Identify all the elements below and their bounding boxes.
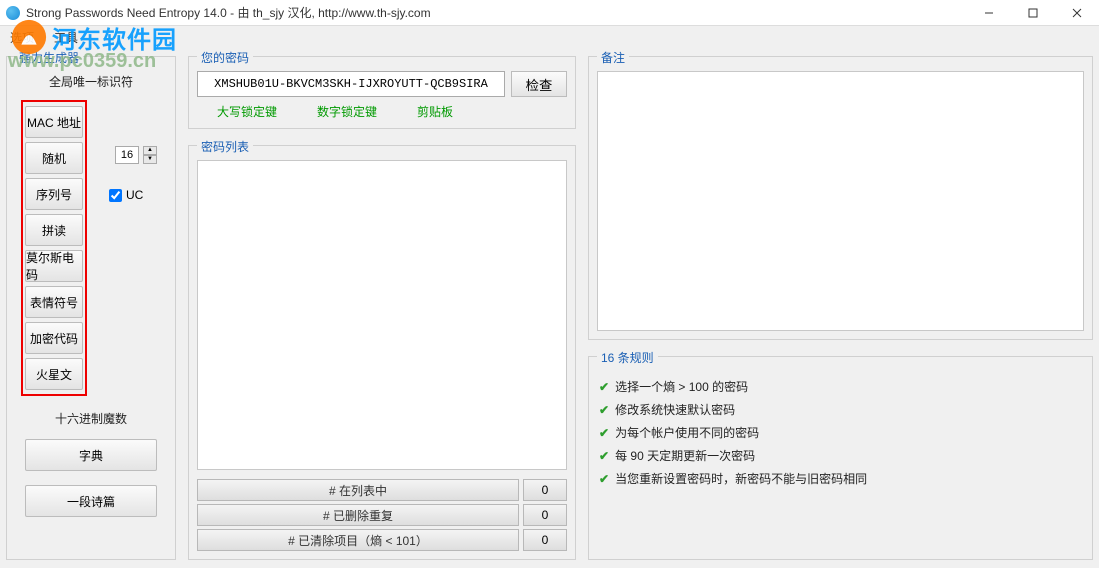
rules-legend: 16 条规则 bbox=[597, 349, 658, 366]
poem-button[interactable]: 一段诗篇 bbox=[25, 485, 157, 517]
stat-cleared-label: # 已清除项目（熵 < 101） bbox=[197, 529, 519, 551]
uc-label: UC bbox=[126, 188, 143, 202]
middle-column: 您的密码 检查 大写锁定键 数字锁定键 剪贴板 密码列表 # 在列表中 0 # … bbox=[182, 48, 582, 568]
password-input[interactable] bbox=[197, 71, 505, 97]
window-controls bbox=[967, 0, 1099, 26]
spinner-down-icon[interactable]: ▼ bbox=[143, 155, 157, 164]
emoji-button[interactable]: 表情符号 bbox=[25, 286, 83, 318]
rule-item: ✔修改系统快速默认密码 bbox=[599, 398, 1082, 421]
random-button[interactable]: 随机 bbox=[25, 142, 83, 174]
check-icon: ✔ bbox=[599, 403, 609, 417]
notes-group: 备注 bbox=[588, 56, 1093, 340]
left-column: 强力生成器 全局唯一标识符 MAC 地址 随机 序列号 拼读 莫尔斯电码 表情符… bbox=[0, 48, 182, 568]
spinner-buttons[interactable]: ▲ ▼ bbox=[143, 146, 157, 164]
hex-label: 十六进制魔数 bbox=[15, 410, 167, 427]
spinner-up-icon[interactable]: ▲ bbox=[143, 146, 157, 155]
check-icon: ✔ bbox=[599, 426, 609, 440]
stat-dedup-label: # 已删除重复 bbox=[197, 504, 519, 526]
uc-checkbox-input[interactable] bbox=[109, 189, 122, 202]
right-column: 备注 16 条规则 ✔选择一个熵 > 100 的密码 ✔修改系统快速默认密码 ✔… bbox=[582, 48, 1099, 568]
window-title: Strong Passwords Need Entropy 14.0 - 由 t… bbox=[26, 4, 431, 21]
rules-list: ✔选择一个熵 > 100 的密码 ✔修改系统快速默认密码 ✔为每个帐户使用不同的… bbox=[597, 371, 1084, 494]
password-list-group: 密码列表 # 在列表中 0 # 已删除重复 0 # 已清除项目（熵 < 101）… bbox=[188, 145, 576, 560]
stat-dedup-count: 0 bbox=[523, 504, 567, 526]
numlock-status: 数字锁定键 bbox=[317, 103, 377, 120]
titlebar: Strong Passwords Need Entropy 14.0 - 由 t… bbox=[0, 0, 1099, 26]
crypto-button[interactable]: 加密代码 bbox=[25, 322, 83, 354]
generator-button-stack: MAC 地址 随机 序列号 拼读 莫尔斯电码 表情符号 加密代码 火星文 bbox=[21, 100, 87, 396]
gud-label: 全局唯一标识符 bbox=[15, 73, 167, 90]
check-button[interactable]: 检查 bbox=[511, 71, 567, 97]
length-value[interactable]: 16 bbox=[115, 146, 139, 164]
maximize-button[interactable] bbox=[1011, 0, 1055, 26]
check-icon: ✔ bbox=[599, 380, 609, 394]
martian-button[interactable]: 火星文 bbox=[25, 358, 83, 390]
menu-options[interactable]: 选项 bbox=[6, 27, 38, 48]
length-spinner[interactable]: 16 ▲ ▼ bbox=[115, 146, 157, 164]
rules-group: 16 条规则 ✔选择一个熵 > 100 的密码 ✔修改系统快速默认密码 ✔为每个… bbox=[588, 356, 1093, 560]
uc-checkbox[interactable]: UC bbox=[109, 188, 163, 202]
rule-item: ✔为每个帐户使用不同的密码 bbox=[599, 421, 1082, 444]
check-icon: ✔ bbox=[599, 449, 609, 463]
check-icon: ✔ bbox=[599, 472, 609, 486]
rule-item: ✔当您重新设置密码时，新密码不能与旧密码相同 bbox=[599, 467, 1082, 490]
app-icon bbox=[6, 6, 20, 20]
close-button[interactable] bbox=[1055, 0, 1099, 26]
content: 强力生成器 全局唯一标识符 MAC 地址 随机 序列号 拼读 莫尔斯电码 表情符… bbox=[0, 48, 1099, 568]
dictionary-button[interactable]: 字典 bbox=[25, 439, 157, 471]
password-list-legend: 密码列表 bbox=[197, 138, 253, 155]
morse-button[interactable]: 莫尔斯电码 bbox=[25, 250, 83, 282]
stat-inlist-count: 0 bbox=[523, 479, 567, 501]
stat-cleared-count: 0 bbox=[523, 529, 567, 551]
lock-status-row: 大写锁定键 数字锁定键 剪贴板 bbox=[197, 103, 567, 120]
rule-item: ✔每 90 天定期更新一次密码 bbox=[599, 444, 1082, 467]
generator-legend: 强力生成器 bbox=[15, 49, 83, 66]
serial-button[interactable]: 序列号 bbox=[25, 178, 83, 210]
notes-legend: 备注 bbox=[597, 49, 629, 66]
password-group: 您的密码 检查 大写锁定键 数字锁定键 剪贴板 bbox=[188, 56, 576, 129]
menubar: 选项 工具 bbox=[0, 26, 1099, 48]
capslock-status: 大写锁定键 bbox=[217, 103, 277, 120]
spell-button[interactable]: 拼读 bbox=[25, 214, 83, 246]
notes-textarea[interactable] bbox=[597, 71, 1084, 331]
clipboard-status: 剪贴板 bbox=[417, 103, 453, 120]
password-legend: 您的密码 bbox=[197, 49, 253, 66]
generator-group: 强力生成器 全局唯一标识符 MAC 地址 随机 序列号 拼读 莫尔斯电码 表情符… bbox=[6, 56, 176, 560]
mac-button[interactable]: MAC 地址 bbox=[25, 106, 83, 138]
menu-tools[interactable]: 工具 bbox=[50, 27, 82, 48]
password-list[interactable] bbox=[197, 160, 567, 470]
stat-inlist-label: # 在列表中 bbox=[197, 479, 519, 501]
minimize-button[interactable] bbox=[967, 0, 1011, 26]
rule-item: ✔选择一个熵 > 100 的密码 bbox=[599, 375, 1082, 398]
